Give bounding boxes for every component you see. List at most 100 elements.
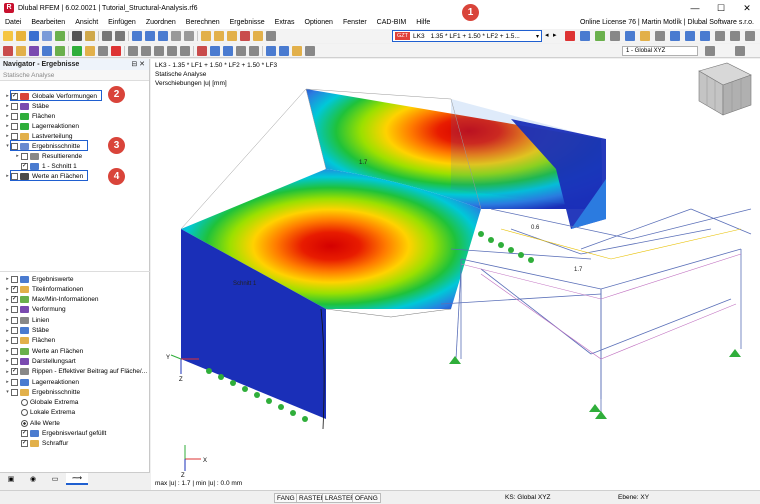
expander-icon[interactable]: ▸	[4, 348, 11, 354]
pointer-icon[interactable]	[640, 31, 650, 41]
tab-data-icon[interactable]: ▣	[0, 473, 22, 485]
select-window-icon[interactable]	[223, 45, 233, 56]
expander-icon[interactable]: ▸	[4, 328, 11, 334]
previous-lc-icon[interactable]: ◂	[545, 31, 549, 39]
perspective-icon[interactable]	[305, 45, 315, 56]
checkbox[interactable]	[11, 112, 18, 120]
menu-berechnen[interactable]: Berechnen	[181, 16, 225, 29]
maximize-button[interactable]: ☐	[708, 0, 734, 16]
checkbox[interactable]	[21, 152, 28, 160]
window-layout-icon[interactable]	[145, 31, 155, 41]
display-item[interactable]: ▾ Ergebnisschnitte	[0, 387, 150, 397]
checkbox[interactable]	[11, 316, 18, 324]
result-display-icon[interactable]	[565, 31, 575, 41]
display-item[interactable]: ▸ Verformung	[0, 305, 150, 315]
display-item[interactable]: ✓ Schraffur	[0, 439, 150, 449]
display-item[interactable]: Alle Werte	[0, 418, 150, 428]
display-item[interactable]: Globale Extrema	[0, 398, 150, 408]
hinge-icon[interactable]	[85, 45, 95, 56]
delete-icon[interactable]	[197, 45, 207, 56]
display-item[interactable]: ▸ Stäbe	[0, 326, 150, 336]
checkbox[interactable]	[11, 102, 18, 110]
display-item[interactable]: ▸ Linien	[0, 315, 150, 325]
calculate-icon[interactable]	[201, 31, 211, 41]
checkbox[interactable]	[11, 388, 18, 396]
expander-icon[interactable]: ▸	[4, 358, 11, 364]
grid-icon[interactable]	[171, 31, 181, 41]
checkbox[interactable]	[11, 122, 18, 130]
expander-icon[interactable]: ▸	[4, 297, 11, 303]
view-z-icon[interactable]	[700, 31, 710, 41]
display-item[interactable]: ▸ Werte an Flächen	[0, 346, 150, 356]
expander-icon[interactable]: ▸	[4, 369, 11, 375]
expander-icon[interactable]: ▸	[4, 379, 11, 385]
view-cube[interactable]	[698, 62, 752, 116]
expander-icon[interactable]: ▸	[4, 317, 11, 323]
load-combination-select[interactable]: GZT LK3 1.35 * LF1 + 1.50 * LF2 + 1.5...…	[392, 30, 542, 42]
display-item[interactable]: Lokale Extrema	[0, 408, 150, 418]
checkbox[interactable]	[11, 327, 18, 334]
results-icon[interactable]	[227, 31, 237, 41]
import-icon[interactable]	[55, 31, 65, 41]
visibility-icon[interactable]	[236, 45, 246, 56]
node-icon[interactable]	[3, 45, 13, 56]
expander-icon[interactable]: ▸	[4, 276, 11, 282]
expander-icon[interactable]: ▸	[4, 133, 11, 139]
radio[interactable]	[21, 409, 28, 417]
animation-icon[interactable]	[580, 31, 590, 41]
coordinate-system-select[interactable]: 1 - Global XYZ	[622, 46, 698, 56]
more-tools-icon[interactable]	[745, 31, 755, 41]
wireframe-icon[interactable]	[266, 45, 276, 56]
pin-close-icons[interactable]: ⊟ ✕	[131, 59, 145, 70]
expander-icon[interactable]: ▸	[4, 113, 11, 119]
display-item[interactable]: ▸ ✓ Titelinformationen	[0, 284, 150, 294]
tab-display-icon[interactable]: ◉	[22, 473, 44, 485]
view-y-icon[interactable]	[685, 31, 695, 41]
transparent-icon[interactable]	[292, 45, 302, 56]
display-item[interactable]: ▸ ✓ Rippen - Effektiver Beitrag auf Fläche…	[0, 367, 150, 377]
support-icon[interactable]	[72, 45, 82, 56]
expander-icon[interactable]: ▸	[4, 123, 11, 129]
rotate-icon[interactable]	[141, 45, 151, 56]
tree-item-members[interactable]: ▸ Stäbe	[0, 101, 150, 111]
menu-cad-bim[interactable]: CAD-BIM	[372, 16, 412, 29]
next-lc-icon[interactable]: ▸	[553, 31, 557, 39]
checkbox-checked[interactable]: ✓	[21, 430, 28, 437]
minimize-button[interactable]: —	[682, 0, 708, 16]
display-options-icon[interactable]	[735, 46, 745, 56]
menu-fenster[interactable]: Fenster	[338, 16, 372, 29]
display-item[interactable]: ▸ Ergebniswerte	[0, 274, 150, 284]
expander-icon[interactable]: ▸	[4, 103, 11, 109]
radio-selected[interactable]	[21, 419, 28, 427]
opening-icon[interactable]	[98, 45, 108, 56]
display-item[interactable]: ▸ Lagerreaktionen	[0, 377, 150, 387]
menu-zuordnen[interactable]: Zuordnen	[141, 16, 181, 29]
tree-item-resultant[interactable]: ▸ Resultierende	[0, 151, 150, 161]
expander-icon[interactable]: ▸	[4, 286, 11, 292]
checkbox[interactable]	[11, 306, 18, 314]
settings-icon[interactable]	[253, 31, 263, 41]
panel-divider[interactable]	[0, 271, 150, 272]
object-snap-toggle[interactable]: OFANG	[352, 493, 381, 503]
render-icon[interactable]	[249, 45, 259, 56]
tab-results-icon[interactable]: ⟿	[66, 473, 88, 485]
undo-icon[interactable]	[102, 31, 112, 41]
scale-icon[interactable]	[167, 45, 177, 56]
display-item[interactable]: ▸ Flächen	[0, 336, 150, 346]
checkbox[interactable]	[11, 378, 18, 386]
solid-icon[interactable]	[55, 45, 65, 56]
zoom-all-icon[interactable]	[730, 31, 740, 41]
divide-icon[interactable]	[180, 45, 190, 56]
surface-icon[interactable]	[42, 45, 52, 56]
filter-icon[interactable]	[266, 31, 276, 41]
display-item[interactable]: ▸ ✓ Max/Min-Informationen	[0, 295, 150, 305]
deformation-scale-icon[interactable]	[595, 31, 605, 41]
panel-icon[interactable]	[158, 31, 168, 41]
view-x-icon[interactable]	[670, 31, 680, 41]
menu-einfuegen[interactable]: Einfügen	[103, 16, 141, 29]
display-item[interactable]: ▸ Darstellungsart	[0, 356, 150, 366]
calculate-all-icon[interactable]	[214, 31, 224, 41]
values-icon[interactable]	[610, 31, 620, 41]
checkbox[interactable]	[11, 337, 18, 345]
report-icon[interactable]	[85, 31, 95, 41]
